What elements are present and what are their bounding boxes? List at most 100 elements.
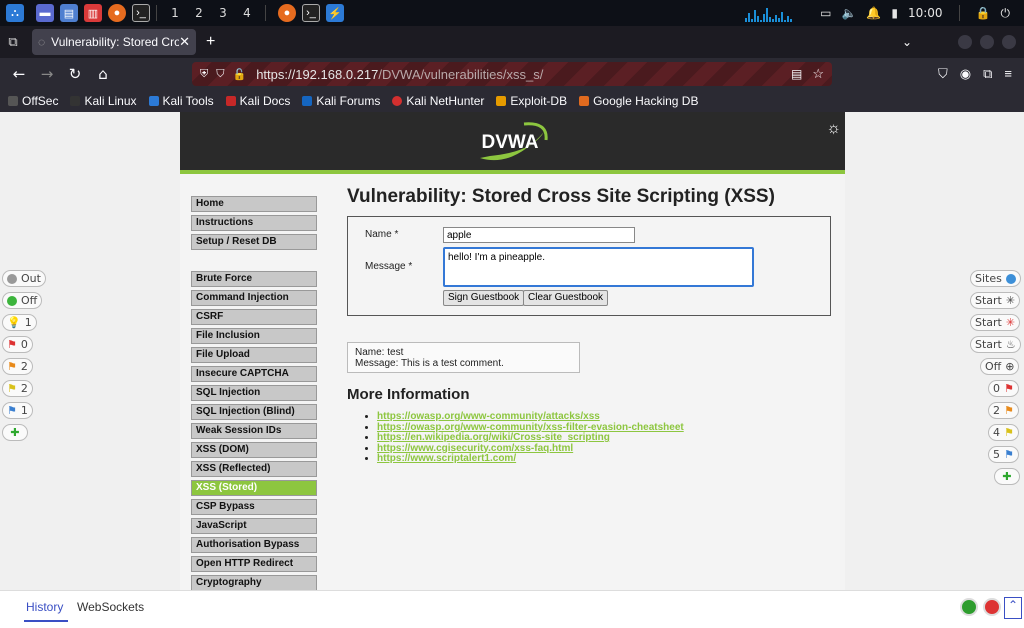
hud-pill-out[interactable]: Out bbox=[2, 270, 46, 287]
hud-pill-info-alerts[interactable]: ⚑ 1 bbox=[2, 402, 33, 419]
link-owasp-xss[interactable]: https://owasp.org/www-community/attacks/… bbox=[377, 411, 600, 422]
insecure-lock-icon[interactable]: 🔓 bbox=[233, 68, 247, 81]
back-icon[interactable]: ← bbox=[6, 65, 32, 83]
pocket-icon[interactable]: ⛉ bbox=[938, 66, 948, 82]
forward-icon[interactable]: → bbox=[34, 65, 60, 83]
hud-pill-page-high[interactable]: 0 ⚑ bbox=[988, 380, 1019, 397]
menu-item-file-upload[interactable]: File Upload bbox=[191, 347, 317, 363]
file-manager-icon[interactable]: ▤ bbox=[60, 4, 78, 22]
menu-item-instructions[interactable]: Instructions bbox=[191, 215, 317, 231]
shield-icon[interactable]: ⛉ bbox=[216, 68, 224, 81]
tab-websockets[interactable]: WebSockets bbox=[77, 600, 144, 614]
link-wikipedia[interactable]: https://en.wikipedia.org/wiki/Cross-site… bbox=[377, 432, 610, 443]
expand-icon[interactable]: ⌃ bbox=[1004, 597, 1022, 619]
text-editor-icon[interactable]: ▥ bbox=[84, 4, 102, 22]
power-icon[interactable]: ⏻ bbox=[1001, 6, 1011, 21]
new-tab-button[interactable]: + bbox=[206, 33, 215, 51]
home-icon[interactable]: ⌂ bbox=[90, 65, 116, 83]
firefox-window-icon[interactable]: ● bbox=[278, 4, 296, 22]
account-icon[interactable]: ◉ bbox=[960, 66, 971, 82]
hud-pill-high-alerts[interactable]: ⚑ 0 bbox=[2, 336, 33, 353]
url-bar[interactable]: ⛨ ⛉ 🔓 https://192.168.0.217/DVWA/vulnera… bbox=[192, 62, 832, 86]
hud-pill-sites[interactable]: Sites bbox=[970, 270, 1021, 287]
close-tab-icon[interactable]: ✕ bbox=[179, 34, 190, 50]
chevron-down-icon[interactable]: ⌄ bbox=[902, 35, 912, 49]
minimize-icon[interactable] bbox=[958, 35, 972, 49]
menu-item-cryptography[interactable]: Cryptography bbox=[191, 575, 317, 591]
bookmark-kali-docs[interactable]: Kali Docs bbox=[225, 94, 290, 108]
hud-pill-ajax-spider[interactable]: Start ✳ bbox=[970, 314, 1021, 331]
hud-pill-page-info[interactable]: 5 ⚑ bbox=[988, 446, 1019, 463]
hud-add-right-button[interactable]: ✚ bbox=[994, 468, 1020, 485]
break-on-requests-icon[interactable] bbox=[983, 598, 1001, 616]
menu-item-weak-session-ids[interactable]: Weak Session IDs bbox=[191, 423, 317, 439]
terminal-window-icon[interactable]: ›_ bbox=[302, 4, 320, 22]
reload-icon[interactable]: ↻ bbox=[62, 65, 88, 83]
menu-item-csp-bypass[interactable]: CSP Bypass bbox=[191, 499, 317, 515]
hud-pill-spider[interactable]: Start ✳ bbox=[970, 292, 1021, 309]
menu-item-insecure-captcha[interactable]: Insecure CAPTCHA bbox=[191, 366, 317, 382]
hud-pill-page-low[interactable]: 4 ⚑ bbox=[988, 424, 1019, 441]
bookmark-google-hacking-db[interactable]: Google Hacking DB bbox=[579, 94, 698, 108]
hud-pill-off[interactable]: Off bbox=[2, 292, 43, 309]
tab-list-icon[interactable]: ⧉ bbox=[0, 34, 26, 50]
bookmark-star-icon[interactable]: ☆ bbox=[812, 66, 824, 82]
menu-item-javascript[interactable]: JavaScript bbox=[191, 518, 317, 534]
hud-pill-attack-mode[interactable]: Off ⊕ bbox=[980, 358, 1020, 375]
extensions-icon[interactable]: ⧉ bbox=[983, 66, 992, 82]
name-input[interactable] bbox=[443, 227, 635, 243]
bookmark-kali-forums[interactable]: Kali Forums bbox=[302, 94, 380, 108]
hud-pill-active-scan[interactable]: Start ♨ bbox=[970, 336, 1021, 353]
desktop-icon[interactable]: ▬ bbox=[36, 4, 54, 22]
menu-icon[interactable]: ≡ bbox=[1004, 66, 1012, 82]
menu-item-open-http-redirect[interactable]: Open HTTP Redirect bbox=[191, 556, 317, 572]
hud-pill-info[interactable]: 💡 1 bbox=[2, 314, 37, 331]
hud-pill-low-alerts[interactable]: ⚑ 2 bbox=[2, 380, 33, 397]
bookmark-offsec[interactable]: OffSec bbox=[8, 94, 58, 108]
hud-pill-page-medium[interactable]: 2 ⚑ bbox=[988, 402, 1019, 419]
menu-item-sql-injection-blind[interactable]: SQL Injection (Blind) bbox=[191, 404, 317, 420]
terminal-icon[interactable]: ›_ bbox=[132, 4, 150, 22]
clock[interactable]: 10:00 bbox=[908, 6, 943, 20]
tab-history[interactable]: History bbox=[26, 600, 63, 614]
notification-icon[interactable]: 🔔 bbox=[866, 6, 881, 20]
menu-item-xss-dom[interactable]: XSS (DOM) bbox=[191, 442, 317, 458]
workspace-1[interactable]: 1 bbox=[163, 6, 187, 20]
battery-icon[interactable]: ▮ bbox=[891, 6, 898, 20]
reader-view-icon[interactable]: ▤ bbox=[791, 67, 802, 81]
hud-pill-medium-alerts[interactable]: ⚑ 2 bbox=[2, 358, 33, 375]
volume-icon[interactable]: 🔈 bbox=[841, 6, 856, 20]
bookmark-exploit-db[interactable]: Exploit-DB bbox=[496, 94, 567, 108]
link-scriptalert1[interactable]: https://www.scriptalert1.com/ bbox=[377, 453, 516, 464]
menu-item-command-injection[interactable]: Command Injection bbox=[191, 290, 317, 306]
firefox-launcher-icon[interactable]: ● bbox=[108, 4, 126, 22]
workspace-3[interactable]: 3 bbox=[211, 6, 235, 20]
sign-guestbook-button[interactable]: Sign Guestbook bbox=[443, 290, 525, 306]
url-text[interactable]: https://192.168.0.217/DVWA/vulnerabiliti… bbox=[256, 67, 543, 82]
kali-menu-icon[interactable]: ⛬ bbox=[6, 4, 24, 22]
message-input[interactable]: hello! I'm a pineapple. bbox=[443, 247, 754, 287]
bookmark-kali-linux[interactable]: Kali Linux bbox=[70, 94, 137, 108]
bookmark-kali-tools[interactable]: Kali Tools bbox=[148, 94, 214, 108]
hud-add-left-button[interactable]: ✚ bbox=[2, 424, 28, 441]
burp-window-icon[interactable]: ⚡ bbox=[326, 4, 344, 22]
menu-item-xss-reflected[interactable]: XSS (Reflected) bbox=[191, 461, 317, 477]
menu-item-xss-stored[interactable]: XSS (Stored) bbox=[191, 480, 317, 496]
bookmark-kali-nethunter[interactable]: Kali NetHunter bbox=[392, 94, 484, 108]
menu-item-setup[interactable]: Setup / Reset DB bbox=[191, 234, 317, 250]
menu-item-file-inclusion[interactable]: File Inclusion bbox=[191, 328, 317, 344]
display-icon[interactable]: ▭ bbox=[820, 6, 831, 20]
browser-tab-active[interactable]: ◌ Vulnerability: Stored Cros ✕ bbox=[32, 29, 196, 55]
workspace-4[interactable]: 4 bbox=[235, 6, 259, 20]
menu-item-home[interactable]: Home bbox=[191, 196, 317, 212]
break-status-icon[interactable] bbox=[960, 598, 978, 616]
close-window-icon[interactable] bbox=[1002, 35, 1016, 49]
theme-toggle-icon[interactable]: ☼ bbox=[826, 120, 841, 138]
workspace-2[interactable]: 2 bbox=[187, 6, 211, 20]
link-owasp-cheatsheet[interactable]: https://owasp.org/www-community/xss-filt… bbox=[377, 422, 684, 433]
menu-item-authorisation-bypass[interactable]: Authorisation Bypass bbox=[191, 537, 317, 553]
menu-item-csrf[interactable]: CSRF bbox=[191, 309, 317, 325]
lock-icon[interactable]: 🔒 bbox=[976, 6, 991, 20]
menu-item-sql-injection[interactable]: SQL Injection bbox=[191, 385, 317, 401]
menu-item-brute-force[interactable]: Brute Force bbox=[191, 271, 317, 287]
